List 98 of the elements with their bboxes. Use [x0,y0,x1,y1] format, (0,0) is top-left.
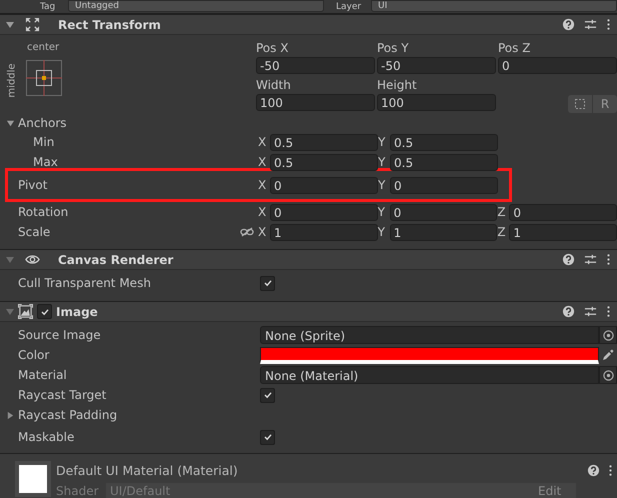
help-icon[interactable] [562,305,575,318]
number-field[interactable]: 0 [270,176,378,194]
property-label: Source Image [18,328,101,342]
checkbox[interactable] [260,430,275,444]
component-title: Image [56,304,98,318]
field-label: Pos Z [498,40,532,57]
field-label: Height [377,77,418,94]
checkbox[interactable] [260,388,275,402]
layer-label: Layer [336,2,362,12]
object-picker-button[interactable] [599,366,617,384]
property-label: Rotation [18,205,68,219]
axis-label: Y [378,205,386,219]
anchor-preset-drawing[interactable] [26,60,62,96]
component-title: Canvas Renderer [58,252,174,266]
foldout-label[interactable]: Anchors [18,116,67,130]
field-label: Width [256,77,292,94]
axis-label: X [258,205,268,219]
property-label: Pivot [18,178,48,192]
help-icon[interactable] [562,18,575,31]
field-label: Pos X [256,40,290,57]
menu-icon[interactable] [606,305,611,318]
enabled-checkbox[interactable] [37,304,52,319]
axis-label: X [258,135,268,149]
number-field[interactable]: 100 [377,94,496,111]
image-icon [18,304,33,319]
menu-icon[interactable] [606,253,611,266]
help-icon[interactable] [587,464,600,476]
field-label: Pos Y [377,40,410,57]
property-label: Cull Transparent Mesh [18,276,151,290]
component-header[interactable]: Image [0,301,617,322]
number-field[interactable]: 1 [509,224,617,240]
number-field[interactable]: 1 [270,224,378,240]
layer-dropdown[interactable]: UI [371,0,617,12]
menu-icon[interactable] [606,18,611,31]
foldout-arrow-icon[interactable] [6,410,15,420]
blueprint-mode-button[interactable] [568,95,592,113]
component-title: Rect Transform [58,18,161,32]
number-field[interactable]: -50 [377,57,496,74]
target-icon [602,330,614,340]
property-label: Min [33,135,54,149]
number-field[interactable]: 1 [390,224,498,240]
anchor-vertical-label: middle [6,63,18,98]
sliders-icon[interactable] [584,253,597,266]
number-field[interactable]: 0.5 [270,154,378,170]
tag-label: Tag [40,2,56,12]
check-icon [262,278,272,288]
axis-label: Y [378,225,386,239]
property-label[interactable]: Raycast Padding [18,408,118,422]
axis-label: Z [497,205,507,219]
target-icon [602,370,614,380]
object-field[interactable]: None (Sprite) [260,326,599,344]
number-field[interactable]: 0.5 [270,134,378,150]
property-label: Scale [18,225,50,239]
property-label: Raycast Target [18,388,106,402]
tag-dropdown[interactable]: Untagged [68,0,324,12]
component-header[interactable]: Canvas Renderer [0,249,617,270]
axis-label: Y [378,135,386,149]
color-field[interactable] [260,346,599,364]
help-icon[interactable] [562,253,575,266]
link-icon[interactable] [240,227,254,237]
number-field[interactable]: -50 [256,57,375,74]
axis-label: X [258,225,268,239]
foldout-arrow-icon[interactable] [5,20,15,30]
checkbox[interactable] [260,276,275,290]
number-field[interactable]: 0 [509,204,617,220]
axis-label: Y [378,155,386,169]
property-label: Color [18,348,50,362]
number-field[interactable]: 100 [256,94,375,111]
eyedropper-icon[interactable] [602,349,614,361]
material-name: Default UI Material (Material) [56,462,238,478]
foldout-arrow-icon[interactable] [6,118,15,128]
check-icon [40,306,50,316]
axis-label: Z [497,225,507,239]
axis-label: X [258,178,268,192]
property-label: Max [33,155,58,169]
property-label: Maskable [18,430,74,444]
axis-label: X [258,155,268,169]
property-label: Material [18,368,67,382]
number-field[interactable]: 0 [270,204,378,220]
number-field[interactable]: 0 [390,176,498,194]
dashed-square-icon [575,99,585,109]
component-header[interactable]: Rect Transform [0,14,617,35]
sliders-icon[interactable] [584,18,597,31]
shader-label: Shader [56,484,100,498]
sliders-icon[interactable] [584,305,597,318]
arrows-icon [25,17,40,32]
number-field[interactable]: 0 [498,57,617,74]
anchor-horizontal-label: center [27,42,60,53]
check-icon [262,432,272,442]
menu-icon[interactable] [608,464,613,476]
axis-label: Y [378,178,386,192]
object-picker-button[interactable] [599,326,617,344]
object-field[interactable]: None (Material) [260,366,599,384]
check-icon [262,390,272,400]
number-field[interactable]: 0.5 [390,154,498,170]
number-field[interactable]: 0.5 [390,134,498,150]
number-field[interactable]: 0 [390,204,498,220]
material-preview [15,461,51,497]
